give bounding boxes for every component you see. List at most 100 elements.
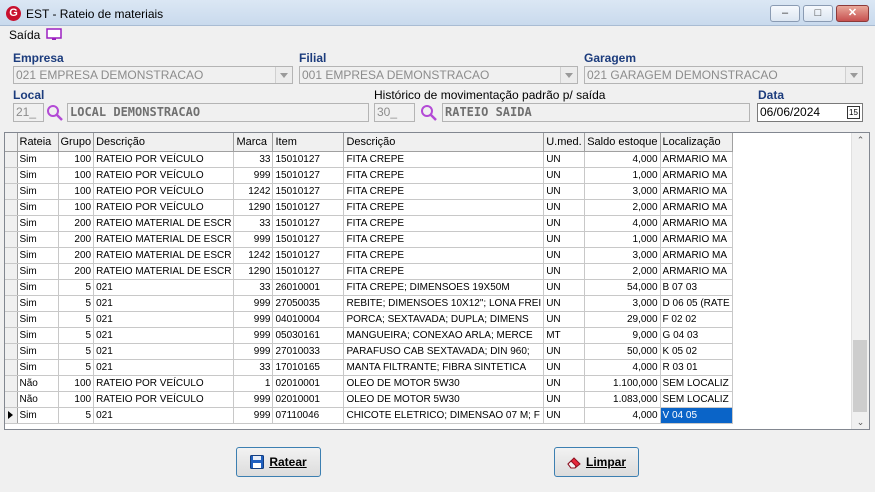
table-cell[interactable]: REBITE; DIMENSOES 10X12"; LONA FREI (343, 295, 545, 312)
search-icon[interactable] (420, 104, 438, 122)
row-indicator[interactable] (5, 167, 18, 184)
table-cell[interactable]: RATEIO POR VEÍCULO (93, 199, 235, 216)
table-cell[interactable]: UN (543, 391, 586, 408)
table-cell[interactable]: RATEIO POR VEÍCULO (93, 183, 235, 200)
table-cell[interactable]: 999 (233, 327, 274, 344)
table-cell[interactable]: 021 (93, 359, 235, 376)
table-cell[interactable]: FITA CREPE (343, 231, 545, 248)
table-cell[interactable]: 1.100,000 (584, 375, 661, 392)
table-cell[interactable]: Não (17, 391, 59, 408)
table-cell[interactable]: UN (543, 215, 586, 232)
row-indicator[interactable] (5, 199, 18, 216)
table-cell[interactable]: 5 (58, 359, 95, 376)
table-cell[interactable]: 1.083,000 (584, 391, 661, 408)
table-cell[interactable]: 02010001 (272, 375, 345, 392)
maximize-button[interactable]: □ (803, 5, 833, 22)
table-cell[interactable]: 54,000 (584, 279, 661, 296)
table-row[interactable]: Sim 5 021 33 26010001 FITA CREPE; DIMENSOES 1… (5, 279, 733, 296)
table-cell[interactable]: UN (543, 343, 586, 360)
table-cell[interactable]: Sim (17, 407, 59, 424)
table-cell[interactable]: 4,000 (584, 359, 661, 376)
col-marca[interactable]: Marca (233, 133, 274, 152)
table-cell[interactable]: 27050035 (272, 295, 345, 312)
table-cell[interactable]: D 06 05 (RATE (660, 295, 733, 312)
chevron-down-icon[interactable] (845, 67, 862, 83)
table-cell[interactable]: RATEIO POR VEÍCULO (93, 151, 235, 168)
table-cell[interactable]: 1,000 (584, 231, 661, 248)
garagem-select[interactable]: 021 GARAGEM DEMONSTRACAO (584, 66, 863, 84)
table-row[interactable]: Sim 5 021 999 27050035 REBITE; DIMENSOES 10X1… (5, 295, 733, 312)
chevron-down-icon[interactable] (560, 67, 577, 83)
table-cell[interactable]: RATEIO MATERIAL DE ESCR (93, 263, 235, 280)
monitor-icon[interactable] (46, 28, 62, 41)
table-cell[interactable]: 33 (233, 215, 274, 232)
table-cell[interactable]: 33 (233, 359, 274, 376)
table-cell[interactable]: FITA CREPE (343, 215, 545, 232)
table-cell[interactable]: 200 (58, 231, 95, 248)
table-cell[interactable]: Sim (17, 279, 59, 296)
table-cell[interactable]: 200 (58, 263, 95, 280)
col-saldo-estoque[interactable]: Saldo estoque (584, 133, 661, 152)
table-cell[interactable]: Sim (17, 263, 59, 280)
table-cell[interactable]: 1,000 (584, 167, 661, 184)
row-indicator[interactable] (5, 183, 18, 200)
table-row[interactable]: Sim 100 RATEIO POR VEÍCULO 1290 15010127 FITA… (5, 199, 733, 216)
table-cell[interactable]: 1290 (233, 263, 274, 280)
table-cell[interactable]: SEM LOCALIZ (660, 375, 733, 392)
table-cell[interactable]: PARAFUSO CAB SEXTAVADA; DIN 960; (343, 343, 545, 360)
table-cell[interactable]: RATEIO POR VEÍCULO (93, 167, 235, 184)
empresa-select[interactable]: 021 EMPRESA DEMONSTRACAO (13, 66, 293, 84)
table-cell[interactable]: G 04 03 (660, 327, 733, 344)
row-indicator[interactable] (5, 247, 18, 264)
table-cell[interactable]: 5 (58, 343, 95, 360)
table-cell[interactable]: 4,000 (584, 215, 661, 232)
table-cell[interactable]: 021 (93, 407, 235, 424)
table-cell[interactable]: 021 (93, 311, 235, 328)
table-cell[interactable]: 02010001 (272, 391, 345, 408)
table-row[interactable]: Sim 5 021 999 05030161 MANGUEIRA; CONEXAO ARL… (5, 327, 733, 344)
table-cell[interactable]: 15010127 (272, 263, 345, 280)
table-cell[interactable]: ARMARIO MA (660, 199, 733, 216)
table-cell[interactable]: 5 (58, 279, 95, 296)
scroll-down-icon[interactable]: ⌄ (856, 418, 865, 427)
row-indicator[interactable] (5, 311, 18, 328)
table-cell[interactable]: ARMARIO MA (660, 263, 733, 280)
table-cell[interactable]: 5 (58, 311, 95, 328)
scroll-up-icon[interactable]: ⌃ (856, 136, 865, 145)
row-indicator[interactable] (5, 375, 18, 392)
table-row[interactable]: Não 100 RATEIO POR VEÍCULO 999 02010001 OLEO … (5, 391, 733, 408)
table-cell[interactable]: 100 (58, 391, 95, 408)
table-row[interactable]: Sim 200 RATEIO MATERIAL DE ESCR 1242 1501012… (5, 247, 733, 264)
table-cell[interactable]: 999 (233, 407, 274, 424)
row-indicator[interactable] (5, 391, 18, 408)
historico-code-input[interactable]: 30_ (374, 103, 415, 122)
table-cell[interactable]: FITA CREPE (343, 263, 545, 280)
table-cell[interactable]: 5 (58, 407, 95, 424)
table-cell[interactable]: 07110046 (272, 407, 345, 424)
table-cell[interactable]: 4,000 (584, 151, 661, 168)
date-input[interactable]: 06/06/2024 15 (757, 103, 863, 122)
table-cell[interactable]: FITA CREPE; DIMENSOES 19X50M (343, 279, 545, 296)
table-cell[interactable]: 33 (233, 151, 274, 168)
table-cell[interactable]: Sim (17, 167, 59, 184)
table-cell[interactable]: UN (543, 199, 586, 216)
table-cell[interactable]: UN (543, 183, 586, 200)
col-grupo[interactable]: Grupo (58, 133, 95, 152)
table-cell[interactable]: 1290 (233, 199, 274, 216)
table-cell[interactable]: UN (543, 231, 586, 248)
table-cell[interactable]: K 05 02 (660, 343, 733, 360)
table-cell[interactable]: 999 (233, 167, 274, 184)
table-cell[interactable]: 26010001 (272, 279, 345, 296)
table-cell[interactable]: Sim (17, 183, 59, 200)
table-cell[interactable]: UN (543, 151, 586, 168)
table-cell[interactable]: B 07 03 (660, 279, 733, 296)
table-cell[interactable]: 15010127 (272, 151, 345, 168)
table-cell[interactable]: CHICOTE ELETRICO; DIMENSAO 07 M; F (343, 407, 545, 424)
minimize-button[interactable]: – (770, 5, 800, 22)
close-button[interactable]: ✕ (836, 5, 869, 22)
table-cell[interactable]: FITA CREPE (343, 183, 545, 200)
table-cell[interactable]: 3,000 (584, 295, 661, 312)
table-cell[interactable]: 021 (93, 295, 235, 312)
table-cell[interactable]: UN (543, 263, 586, 280)
table-cell[interactable]: UN (543, 375, 586, 392)
